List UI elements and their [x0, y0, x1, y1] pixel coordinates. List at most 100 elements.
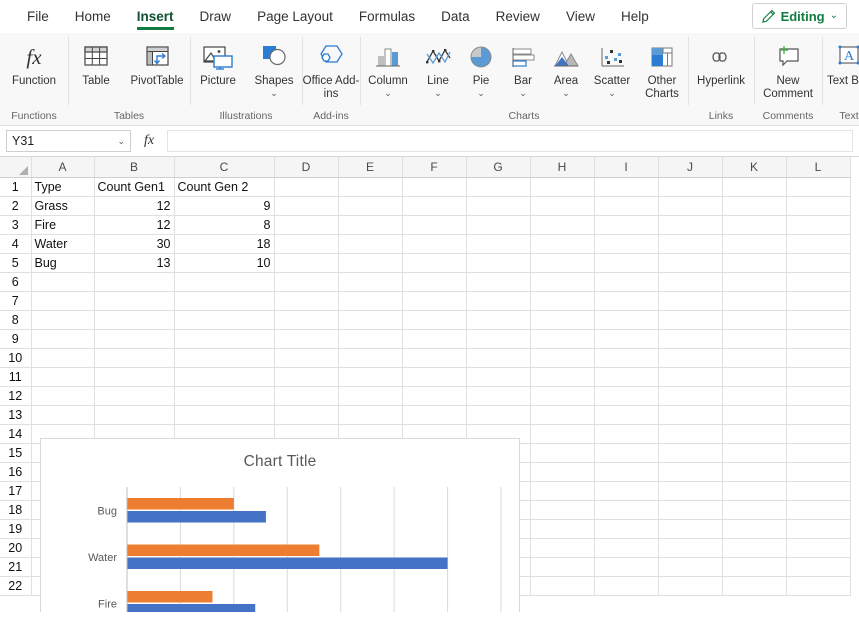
- cell-K1[interactable]: [722, 177, 786, 196]
- cell-I15[interactable]: [594, 443, 658, 462]
- cell-I17[interactable]: [594, 481, 658, 500]
- cell-G3[interactable]: [466, 215, 530, 234]
- row-header-18[interactable]: 18: [0, 500, 31, 519]
- cell-F4[interactable]: [402, 234, 466, 253]
- cell-J19[interactable]: [658, 519, 722, 538]
- cell-C8[interactable]: [174, 310, 274, 329]
- cell-L17[interactable]: [786, 481, 850, 500]
- cell-L14[interactable]: [786, 424, 850, 443]
- cell-H3[interactable]: [530, 215, 594, 234]
- cell-D9[interactable]: [274, 329, 338, 348]
- select-all-corner[interactable]: [0, 157, 31, 177]
- column-header-K[interactable]: K: [722, 157, 786, 177]
- cell-H18[interactable]: [530, 500, 594, 519]
- cell-B6[interactable]: [94, 272, 174, 291]
- cell-F3[interactable]: [402, 215, 466, 234]
- column-chart-button[interactable]: Column ⌄: [360, 36, 416, 98]
- cell-A9[interactable]: [31, 329, 94, 348]
- cell-K20[interactable]: [722, 538, 786, 557]
- cell-C9[interactable]: [174, 329, 274, 348]
- cell-G9[interactable]: [466, 329, 530, 348]
- cell-A1[interactable]: Type: [31, 177, 94, 196]
- name-box[interactable]: Y31 ⌄: [6, 130, 131, 152]
- cell-G6[interactable]: [466, 272, 530, 291]
- chevron-down-icon[interactable]: ⌄: [519, 89, 527, 98]
- cell-H6[interactable]: [530, 272, 594, 291]
- cell-G8[interactable]: [466, 310, 530, 329]
- cell-I5[interactable]: [594, 253, 658, 272]
- cell-G10[interactable]: [466, 348, 530, 367]
- cell-H2[interactable]: [530, 196, 594, 215]
- cell-A6[interactable]: [31, 272, 94, 291]
- cell-J8[interactable]: [658, 310, 722, 329]
- cell-B10[interactable]: [94, 348, 174, 367]
- column-header-G[interactable]: G: [466, 157, 530, 177]
- cell-B12[interactable]: [94, 386, 174, 405]
- cell-C4[interactable]: 18: [174, 234, 274, 253]
- cell-I22[interactable]: [594, 576, 658, 595]
- text-box-button[interactable]: A Text Box: [822, 36, 859, 88]
- cell-A12[interactable]: [31, 386, 94, 405]
- cell-I11[interactable]: [594, 367, 658, 386]
- cell-C12[interactable]: [174, 386, 274, 405]
- cell-A5[interactable]: Bug: [31, 253, 94, 272]
- other-charts-button[interactable]: Other Charts: [636, 36, 688, 100]
- cell-A3[interactable]: Fire: [31, 215, 94, 234]
- cell-B4[interactable]: 30: [94, 234, 174, 253]
- office-addins-button[interactable]: Office Add-ins: [302, 36, 360, 100]
- cell-J6[interactable]: [658, 272, 722, 291]
- cell-E7[interactable]: [338, 291, 402, 310]
- row-header-14[interactable]: 14: [0, 424, 31, 443]
- cell-J5[interactable]: [658, 253, 722, 272]
- ribbon-tab-insert[interactable]: Insert: [124, 4, 187, 30]
- row-header-13[interactable]: 13: [0, 405, 31, 424]
- cell-D1[interactable]: [274, 177, 338, 196]
- cell-A11[interactable]: [31, 367, 94, 386]
- cell-C1[interactable]: Count Gen 2: [174, 177, 274, 196]
- cell-F8[interactable]: [402, 310, 466, 329]
- cell-H13[interactable]: [530, 405, 594, 424]
- chart-bar-count-gen-2-fire[interactable]: [127, 591, 212, 603]
- cell-E5[interactable]: [338, 253, 402, 272]
- cell-E11[interactable]: [338, 367, 402, 386]
- cell-K17[interactable]: [722, 481, 786, 500]
- cell-H7[interactable]: [530, 291, 594, 310]
- cell-K18[interactable]: [722, 500, 786, 519]
- row-header-5[interactable]: 5: [0, 253, 31, 272]
- cell-J11[interactable]: [658, 367, 722, 386]
- chart-bar-count-gen1-bug[interactable]: [127, 511, 266, 523]
- cell-B9[interactable]: [94, 329, 174, 348]
- cell-I16[interactable]: [594, 462, 658, 481]
- cell-H1[interactable]: [530, 177, 594, 196]
- area-chart-button[interactable]: Area ⌄: [544, 36, 588, 98]
- ribbon-tab-file[interactable]: File: [14, 4, 62, 30]
- line-chart-button[interactable]: Line ⌄: [416, 36, 460, 98]
- row-header-4[interactable]: 4: [0, 234, 31, 253]
- cell-L2[interactable]: [786, 196, 850, 215]
- cell-D11[interactable]: [274, 367, 338, 386]
- cell-K15[interactable]: [722, 443, 786, 462]
- cell-B2[interactable]: 12: [94, 196, 174, 215]
- column-header-B[interactable]: B: [94, 157, 174, 177]
- cell-I7[interactable]: [594, 291, 658, 310]
- cell-J7[interactable]: [658, 291, 722, 310]
- cell-I4[interactable]: [594, 234, 658, 253]
- chart-bar-count-gen-2-water[interactable]: [127, 545, 319, 557]
- cell-E6[interactable]: [338, 272, 402, 291]
- cell-I2[interactable]: [594, 196, 658, 215]
- cell-F9[interactable]: [402, 329, 466, 348]
- cell-L5[interactable]: [786, 253, 850, 272]
- column-header-L[interactable]: L: [786, 157, 850, 177]
- cell-E8[interactable]: [338, 310, 402, 329]
- cell-J12[interactable]: [658, 386, 722, 405]
- cell-J3[interactable]: [658, 215, 722, 234]
- cell-D10[interactable]: [274, 348, 338, 367]
- column-header-E[interactable]: E: [338, 157, 402, 177]
- chevron-down-icon[interactable]: ⌄: [434, 89, 442, 98]
- cell-J2[interactable]: [658, 196, 722, 215]
- cell-K19[interactable]: [722, 519, 786, 538]
- cell-B13[interactable]: [94, 405, 174, 424]
- cell-F5[interactable]: [402, 253, 466, 272]
- cell-J4[interactable]: [658, 234, 722, 253]
- column-header-C[interactable]: C: [174, 157, 274, 177]
